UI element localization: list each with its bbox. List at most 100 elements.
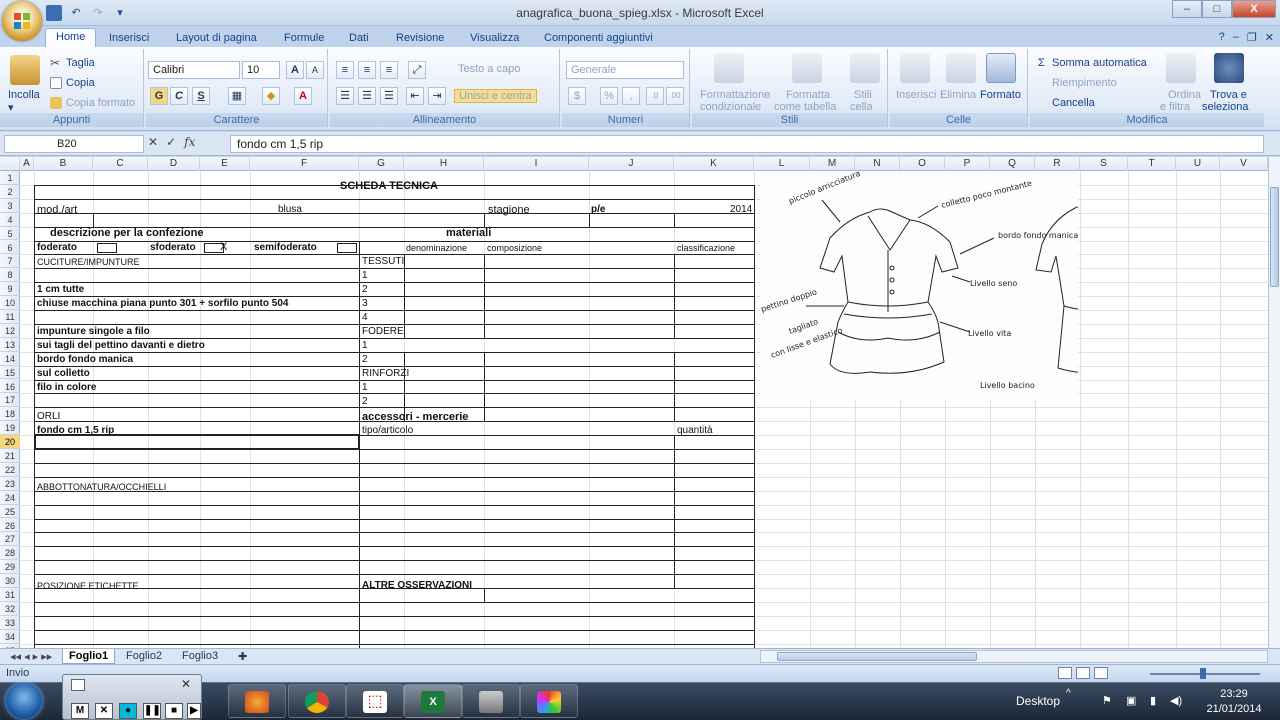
orientation-icon[interactable]: ⤢ <box>408 61 426 79</box>
align-bottom-icon[interactable]: ≡ <box>380 61 398 79</box>
tab-layout[interactable]: Layout di pagina <box>176 29 257 48</box>
tray-app-icon[interactable]: ▣ <box>1126 694 1136 707</box>
percent-icon[interactable]: % <box>600 87 618 105</box>
column-header[interactable]: I <box>484 157 589 171</box>
column-header[interactable]: L <box>754 157 810 171</box>
align-top-icon[interactable]: ≡ <box>336 61 354 79</box>
select-all-corner[interactable] <box>0 157 20 171</box>
row-header[interactable]: 17 <box>0 393 20 408</box>
align-right-icon[interactable]: ☰ <box>380 87 398 105</box>
row-header[interactable]: 30 <box>0 574 20 588</box>
column-header[interactable]: U <box>1176 157 1220 171</box>
row-header[interactable]: 1 <box>0 171 20 185</box>
row-header[interactable]: 6 <box>0 241 20 255</box>
row-header[interactable]: 11 <box>0 310 20 324</box>
zoom-slider-thumb[interactable] <box>1200 668 1206 679</box>
tab-visualizza[interactable]: Visualizza <box>470 29 519 48</box>
column-header[interactable]: F <box>250 157 359 171</box>
taskbar-app5[interactable] <box>462 684 520 718</box>
row-header[interactable]: 24 <box>0 491 20 505</box>
sheet-nav-first-icon[interactable]: ◂◂ ◂ ▸ ▸▸ <box>4 649 58 664</box>
row-header[interactable]: 20 <box>0 435 20 449</box>
clear-button[interactable]: Cancella <box>1052 97 1095 109</box>
row-header[interactable]: 26 <box>0 519 20 533</box>
recorder-close-icon[interactable]: ✕ <box>95 703 113 719</box>
fill-color-icon[interactable]: ◆ <box>262 87 280 105</box>
sort-filter-button[interactable]: Ordina <box>1168 89 1201 101</box>
column-header[interactable]: T <box>1128 157 1176 171</box>
increase-decimal-icon[interactable]: .0 <box>646 87 664 105</box>
recorder-stop-icon[interactable]: ■ <box>165 703 183 719</box>
underline-button[interactable]: S <box>192 87 210 105</box>
sheet-tab-foglio1[interactable]: Foglio1 <box>62 649 116 664</box>
taskbar-acrobat[interactable]: ⬚ <box>346 684 404 718</box>
enter-icon[interactable]: ✓ <box>166 135 176 149</box>
flag-icon[interactable]: ⚑ <box>1102 694 1112 707</box>
format-cells-button[interactable]: Formato <box>980 89 1021 101</box>
taskbar-chrome[interactable] <box>288 684 346 718</box>
garment-sketch[interactable]: piccolo arricciatura colletto poco monta… <box>760 172 1078 400</box>
row-header[interactable]: 4 <box>0 213 20 227</box>
recorder-close-button[interactable]: ✕ <box>181 677 191 691</box>
borders-icon[interactable]: ▦ <box>228 87 246 105</box>
vertical-scrollbar[interactable] <box>1268 157 1280 648</box>
row-header[interactable]: 33 <box>0 616 20 630</box>
font-name-select[interactable]: Calibri <box>148 61 240 79</box>
decrease-decimal-icon[interactable]: .00 <box>666 87 684 105</box>
tab-dati[interactable]: Dati <box>349 29 369 48</box>
column-header[interactable]: O <box>900 157 945 171</box>
column-header[interactable]: V <box>1220 157 1268 171</box>
align-center-icon[interactable]: ☰ <box>358 87 376 105</box>
column-header[interactable]: Q <box>990 157 1035 171</box>
row-header[interactable]: 2 <box>0 185 20 199</box>
column-header[interactable]: B <box>34 157 93 171</box>
row-header[interactable]: 13 <box>0 338 20 352</box>
column-header[interactable]: C <box>93 157 148 171</box>
shrink-font-button[interactable]: A <box>306 61 324 79</box>
delete-cells-button[interactable]: Elimina <box>940 89 976 101</box>
row-header[interactable]: 8 <box>0 268 20 283</box>
align-middle-icon[interactable]: ≡ <box>358 61 376 79</box>
row-header[interactable]: 28 <box>0 546 20 561</box>
fx-icon[interactable]: fx <box>184 135 195 149</box>
recorder-play-icon[interactable]: ▶ <box>187 703 201 719</box>
start-button[interactable] <box>6 683 42 719</box>
sheet-tab-foglio3[interactable]: Foglio3 <box>176 649 224 664</box>
font-size-select[interactable]: 10 <box>242 61 280 79</box>
volume-icon[interactable]: ◀) <box>1170 694 1182 707</box>
row-header[interactable]: 21 <box>0 449 20 463</box>
taskbar-app6[interactable] <box>520 684 578 718</box>
row-header[interactable]: 15 <box>0 366 20 380</box>
recorder-pause-icon[interactable]: ❚❚ <box>143 703 161 719</box>
page-layout-icon[interactable] <box>1076 667 1090 679</box>
row-header[interactable]: 29 <box>0 560 20 575</box>
formula-input[interactable]: fondo cm 1,5 rip <box>230 135 1264 153</box>
insert-cells-button[interactable]: Inserisci <box>896 89 936 101</box>
autosum-button[interactable]: Somma automatica <box>1052 57 1147 69</box>
row-header[interactable]: 19 <box>0 421 20 436</box>
horizontal-scroll-thumb[interactable] <box>777 652 977 661</box>
decrease-indent-icon[interactable]: ⇤ <box>406 87 424 105</box>
sheet-tab-foglio2[interactable]: Foglio2 <box>120 649 168 664</box>
row-header[interactable]: 12 <box>0 324 20 338</box>
clock-date[interactable]: 21/01/2014 <box>1196 703 1272 715</box>
format-table-button[interactable]: Formatta <box>786 89 830 101</box>
wrap-text-button[interactable]: Testo a capo <box>458 63 520 75</box>
normal-view-icon[interactable] <box>1058 667 1072 679</box>
new-sheet-icon[interactable]: ✚ <box>232 649 253 664</box>
clock-time[interactable]: 23:29 <box>1206 688 1262 700</box>
row-header[interactable]: 9 <box>0 282 20 297</box>
column-header[interactable]: G <box>359 157 404 171</box>
close-button[interactable]: X <box>1232 0 1276 18</box>
help-icon[interactable]: ? <box>1219 31 1225 44</box>
row-header[interactable]: 5 <box>0 227 20 241</box>
find-select-button[interactable]: Trova e <box>1210 89 1247 101</box>
vertical-scroll-thumb[interactable] <box>1270 187 1279 287</box>
column-header[interactable]: P <box>945 157 990 171</box>
tab-home[interactable]: Home <box>45 28 97 49</box>
minimize-button[interactable]: – <box>1172 0 1202 18</box>
taskbar-excel[interactable]: X <box>404 684 462 718</box>
delete-cells-icon[interactable] <box>946 53 976 83</box>
number-format-select[interactable]: Generale <box>566 61 684 79</box>
cell-styles-icon[interactable] <box>850 53 880 83</box>
